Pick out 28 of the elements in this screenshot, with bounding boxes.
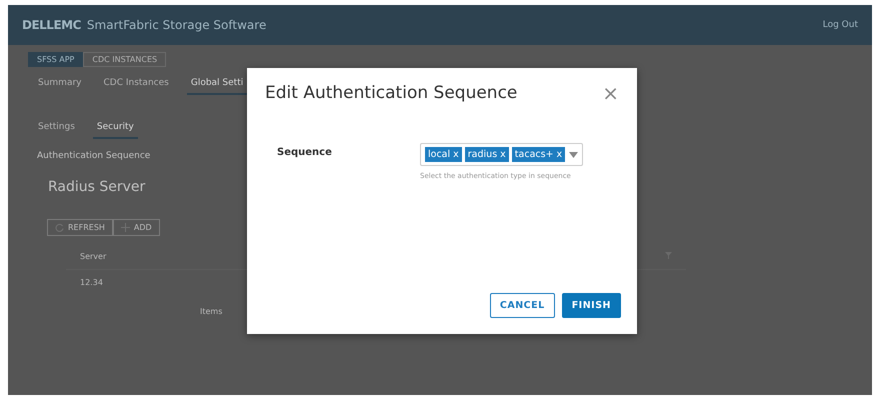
sequence-tag[interactable]: local x	[425, 147, 462, 162]
table-cell-text: 12.34	[79, 277, 104, 289]
app-title: SmartFabric Storage Software	[86, 18, 266, 32]
refresh-icon	[55, 223, 64, 232]
pager-label: Items	[200, 307, 222, 316]
brand-logo: DELLEMC	[22, 18, 81, 32]
cancel-button[interactable]: CANCEL	[490, 293, 555, 318]
section-label: Authentication Sequence	[37, 151, 150, 161]
sub-tab[interactable]: Security	[92, 119, 138, 139]
sequence-tag[interactable]: tacacs+ x	[512, 147, 566, 162]
finish-button[interactable]: FINISH	[562, 293, 621, 318]
close-button[interactable]: ×	[598, 81, 623, 105]
refresh-button[interactable]: REFRESH	[47, 219, 113, 236]
dropdown-caret-icon	[569, 152, 578, 158]
add-button[interactable]: ADD	[112, 219, 160, 236]
sequence-tag[interactable]: radius x	[464, 147, 509, 162]
column-header: Server	[80, 252, 106, 261]
nav-tab[interactable]: Summary	[34, 75, 86, 95]
app-tab[interactable]: SFSS APP	[28, 52, 84, 67]
field-label: Sequence	[277, 146, 333, 160]
dialog-title: Edit Authentication Sequence	[265, 83, 518, 103]
app-tab[interactable]: CDC INSTANCES	[83, 52, 166, 67]
sequence-select[interactable]: local x radius x tacacs+ x	[420, 143, 584, 166]
sub-tab[interactable]: Settings	[34, 119, 79, 139]
panel-title: Radius Server	[48, 179, 146, 195]
nav-tab[interactable]: CDC Instances	[100, 75, 173, 95]
plus-icon	[120, 223, 130, 232]
logout-link[interactable]: Log Out	[822, 20, 858, 30]
